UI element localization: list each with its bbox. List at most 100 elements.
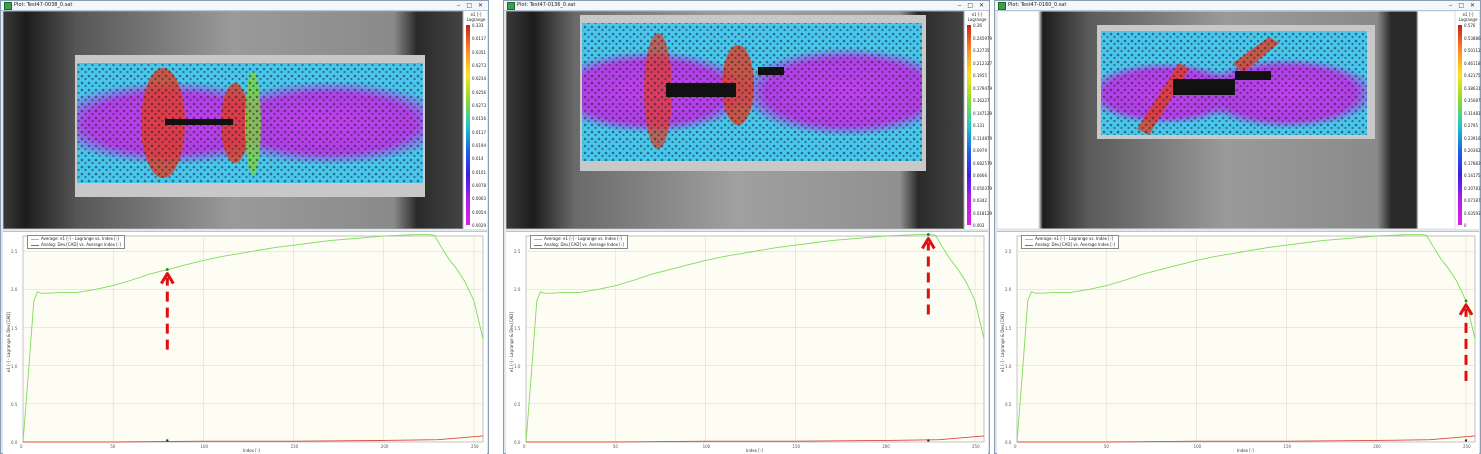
legend-tick-label: 0.014 <box>472 156 484 162</box>
current-frame-marker-2 <box>1464 439 1468 442</box>
legend-subtitle: Lagrange <box>967 17 987 22</box>
strain-field-view[interactable]: e1 [-] Lagrange 0.5760.5388620.5011250.4… <box>997 11 1481 229</box>
y-tick-label: 0.5 <box>1005 401 1012 407</box>
legend-tick-label: 0.0666 <box>973 173 987 178</box>
window-title: Plot: Test47-0136_0.sat <box>517 2 576 8</box>
y-tick-label: 2.0 <box>11 287 18 293</box>
plot-background <box>525 235 985 443</box>
colorbar <box>466 25 470 225</box>
legend-tick-label: 0.0156 <box>472 116 486 122</box>
y-tick-label: 1.0 <box>514 363 521 369</box>
legend-tick-label: 0.245979 <box>973 35 993 41</box>
plot-legend: Average: e1 [-] - Lagrange vs. Index [-]… <box>530 235 628 249</box>
window-title: Plot: Test47-0160_0.sat <box>1008 2 1067 8</box>
legend-tick-label: 0.0273 <box>472 63 486 68</box>
legend-tick-label: 0.0342 <box>973 198 987 203</box>
x-tick-label: 0 <box>20 444 23 449</box>
y-tick-label: 2.5 <box>1005 249 1012 255</box>
y-tick-label: 1.5 <box>514 325 521 331</box>
strain-field-view[interactable]: e1 [-] Lagrange 0.333 0.0117 0.0351 0.0273 0… <box>3 11 487 229</box>
x-tick-label: 250 <box>1463 444 1471 449</box>
plot-legend-entry-2: Analog: Dev.[CAD] vs. Average Index [-] <box>1035 242 1115 247</box>
plot-window-2[interactable]: Plot: Test47-0136_0.sat ‒ □ ✕ e1 [-] Lag… <box>503 0 992 454</box>
legend-tick-label: 0.576 <box>1464 23 1476 28</box>
legend-tick-label: 0.26 <box>973 23 982 28</box>
legend-tick-label: 0.0063 <box>472 196 486 202</box>
x-axis-label: Index [-] <box>1237 448 1254 453</box>
plot-legend-entry-1: Average: e1 [-] - Lagrange vs. Index [-] <box>1035 236 1113 241</box>
legend-tick-label: 0.0029 <box>472 223 486 228</box>
legend-tick-label: 0.350875 <box>1464 98 1481 103</box>
specimen-image <box>997 11 1456 229</box>
window-titlebar[interactable]: Plot: Test47-0136_0.sat ‒ □ ✕ <box>504 1 989 11</box>
legend-tick-label: 0.239162 <box>1464 135 1481 141</box>
legend-tick-label: 0.386312 <box>1464 85 1481 91</box>
legend-tick-label: 0.0117 <box>472 36 486 42</box>
app-icon <box>507 2 515 10</box>
legend-tick-label: 0.314837 <box>1464 110 1481 116</box>
x-tick-label: 150 <box>792 444 801 449</box>
legend-tick-label: 0.179479 <box>973 85 993 91</box>
legend-tick-label: 0.0054 <box>472 209 486 215</box>
specimen-image <box>3 11 464 229</box>
color-legend: e1 [-] Lagrange 0.5760.5388620.5011250.4… <box>1457 11 1481 229</box>
current-frame-marker <box>1464 299 1468 303</box>
plot-window-3[interactable]: Plot: Test47-0160_0.sat ‒ □ ✕ e1 [-] Lag… <box>994 0 1481 454</box>
app-icon <box>4 2 12 10</box>
legend-tick-label: 0.131 <box>973 123 985 128</box>
legend-tick-label: 0.147129 <box>973 110 993 116</box>
x-tick-label: 50 <box>612 444 618 449</box>
colorbar <box>967 25 971 225</box>
current-frame-marker <box>926 233 930 236</box>
x-tick-label: 50 <box>110 444 116 449</box>
legend-tick-label: 0.538862 <box>1464 35 1481 41</box>
legend-tick-label: 0.0979 <box>973 148 987 153</box>
plot-legend-entry-2: Analog: Dev.[CAD] vs. Average Index [-] <box>41 242 121 247</box>
legend-tick-label: 0 <box>1464 223 1467 228</box>
plot-window-1[interactable]: Plot: Test47-0038_0.sat ‒ □ ✕ e1 [-] Lag… <box>0 0 489 454</box>
legend-tick-label: 0.0351 <box>472 49 486 55</box>
x-tick-label: 0 <box>523 444 526 449</box>
legend-tick-label: 0.050379 <box>973 185 993 191</box>
x-tick-label: 150 <box>1283 444 1292 449</box>
window-controls[interactable]: ‒ □ ✕ <box>958 1 986 10</box>
legend-tick-label: 0.14175 <box>1464 173 1481 178</box>
line-plot-canvas <box>22 234 484 443</box>
legend-tick-label: 0.22735 <box>973 48 990 53</box>
plot-legend-entry-1: Average: e1 [-] - Lagrange vs. Index [-] <box>41 236 119 241</box>
window-titlebar[interactable]: Plot: Test47-0160_0.sat ‒ □ ✕ <box>995 1 1480 11</box>
strain-field-view[interactable]: e1 [-] Lagrange 0.26 0.245979 0.22735 0.212… <box>506 11 992 229</box>
line-plot[interactable]: Average: e1 [-] - Lagrange vs. Index [-]… <box>506 231 988 454</box>
line-plot-canvas <box>1016 234 1476 443</box>
window-titlebar[interactable]: Plot: Test47-0038_0.sat ‒ □ ✕ <box>1 1 488 11</box>
y-tick-label: 0.0 <box>1005 440 1012 445</box>
legend-tick-label: 0.003 <box>973 223 985 228</box>
window-controls[interactable]: ‒ □ ✕ <box>1449 1 1477 10</box>
app-icon <box>998 2 1006 10</box>
legend-tick-label: 0.0273 <box>472 103 486 108</box>
plot-background <box>1016 235 1476 443</box>
legend-tick-label: 0.212327 <box>973 60 993 66</box>
current-frame-marker <box>165 268 169 271</box>
plot-legend-entry-2: Analog: Dev.[CAD] vs. Average Index [-] <box>544 242 624 247</box>
legend-tick-label: 0.0078 <box>472 183 486 188</box>
legend-tick-label: 0.333 <box>472 23 484 28</box>
legend-tick-label: 0.114879 <box>973 135 993 141</box>
line-plot[interactable]: Average: e1 [-] - Lagrange vs. Index [-]… <box>997 231 1479 454</box>
x-tick-label: 150 <box>290 444 299 449</box>
x-tick-label: 250 <box>972 444 980 449</box>
legend-tick-label: 0.0256 <box>472 89 486 95</box>
y-tick-label: 1.0 <box>11 363 18 369</box>
window-controls[interactable]: ‒ □ ✕ <box>457 1 485 10</box>
y-tick-label: 0.0 <box>514 440 521 445</box>
line-plot[interactable]: Average: e1 [-] - Lagrange vs. Index [-]… <box>3 231 487 454</box>
y-tick-label: 0.0 <box>11 440 18 445</box>
x-tick-label: 50 <box>1103 444 1109 449</box>
plot-background <box>22 235 484 443</box>
color-legend: e1 [-] Lagrange 0.333 0.0117 0.0351 0.0273 0… <box>465 11 487 229</box>
legend-tick-label: 0.035937 <box>1464 210 1481 216</box>
legend-tick-label: 0.42175 <box>1464 73 1481 78</box>
current-frame-marker-2 <box>166 439 169 442</box>
legend-tick-label: 0.2795 <box>1464 123 1478 128</box>
legend-tick-label: 0.071875 <box>1464 198 1481 203</box>
